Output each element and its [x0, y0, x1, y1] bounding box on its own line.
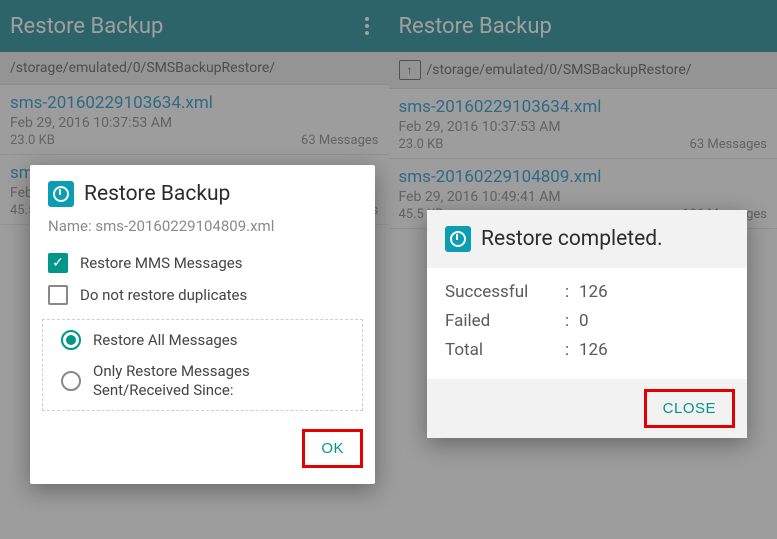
- app-icon: [48, 181, 74, 207]
- radio-icon: [61, 330, 81, 350]
- checkbox-restore-mms[interactable]: ✓ Restore MMS Messages: [30, 247, 375, 279]
- checkbox-label: Restore MMS Messages: [80, 254, 243, 272]
- checkbox-icon: [48, 285, 68, 305]
- radio-label: Only Restore Messages Sent/Received Sinc…: [93, 362, 344, 400]
- name-label: Name:: [48, 217, 92, 235]
- dialog-title: Restore completed.: [481, 227, 663, 251]
- stats-block: Successful : 126 Failed : 0 Total : 126: [427, 268, 747, 379]
- radio-restore-since[interactable]: Only Restore Messages Sent/Received Sinc…: [43, 356, 362, 406]
- stat-value: 126: [579, 278, 608, 307]
- restore-completed-dialog: Restore completed. Successful : 126 Fail…: [427, 210, 747, 438]
- app-icon: [445, 226, 471, 252]
- ok-button[interactable]: OK: [305, 432, 360, 465]
- name-value: sms-20160229104809.xml: [95, 217, 274, 235]
- checkbox-icon: ✓: [48, 253, 68, 273]
- radio-icon: [61, 371, 81, 391]
- checkbox-no-duplicates[interactable]: Do not restore duplicates: [30, 279, 375, 311]
- stat-label: Failed: [445, 307, 565, 336]
- radio-restore-all[interactable]: Restore All Messages: [43, 324, 362, 356]
- stat-label: Total: [445, 336, 565, 365]
- highlight-box: CLOSE: [644, 389, 735, 428]
- dialog-title: Restore Backup: [84, 182, 230, 206]
- radio-label: Restore All Messages: [93, 331, 238, 350]
- close-button[interactable]: CLOSE: [647, 392, 732, 425]
- radio-group: Restore All Messages Only Restore Messag…: [42, 319, 363, 411]
- stat-value: 0: [579, 307, 589, 336]
- highlight-box: OK: [302, 429, 363, 468]
- restore-options-dialog: Restore Backup Name: sms-20160229104809.…: [30, 165, 375, 484]
- stat-label: Successful: [445, 278, 565, 307]
- stat-value: 126: [579, 336, 608, 365]
- checkbox-label: Do not restore duplicates: [80, 286, 247, 304]
